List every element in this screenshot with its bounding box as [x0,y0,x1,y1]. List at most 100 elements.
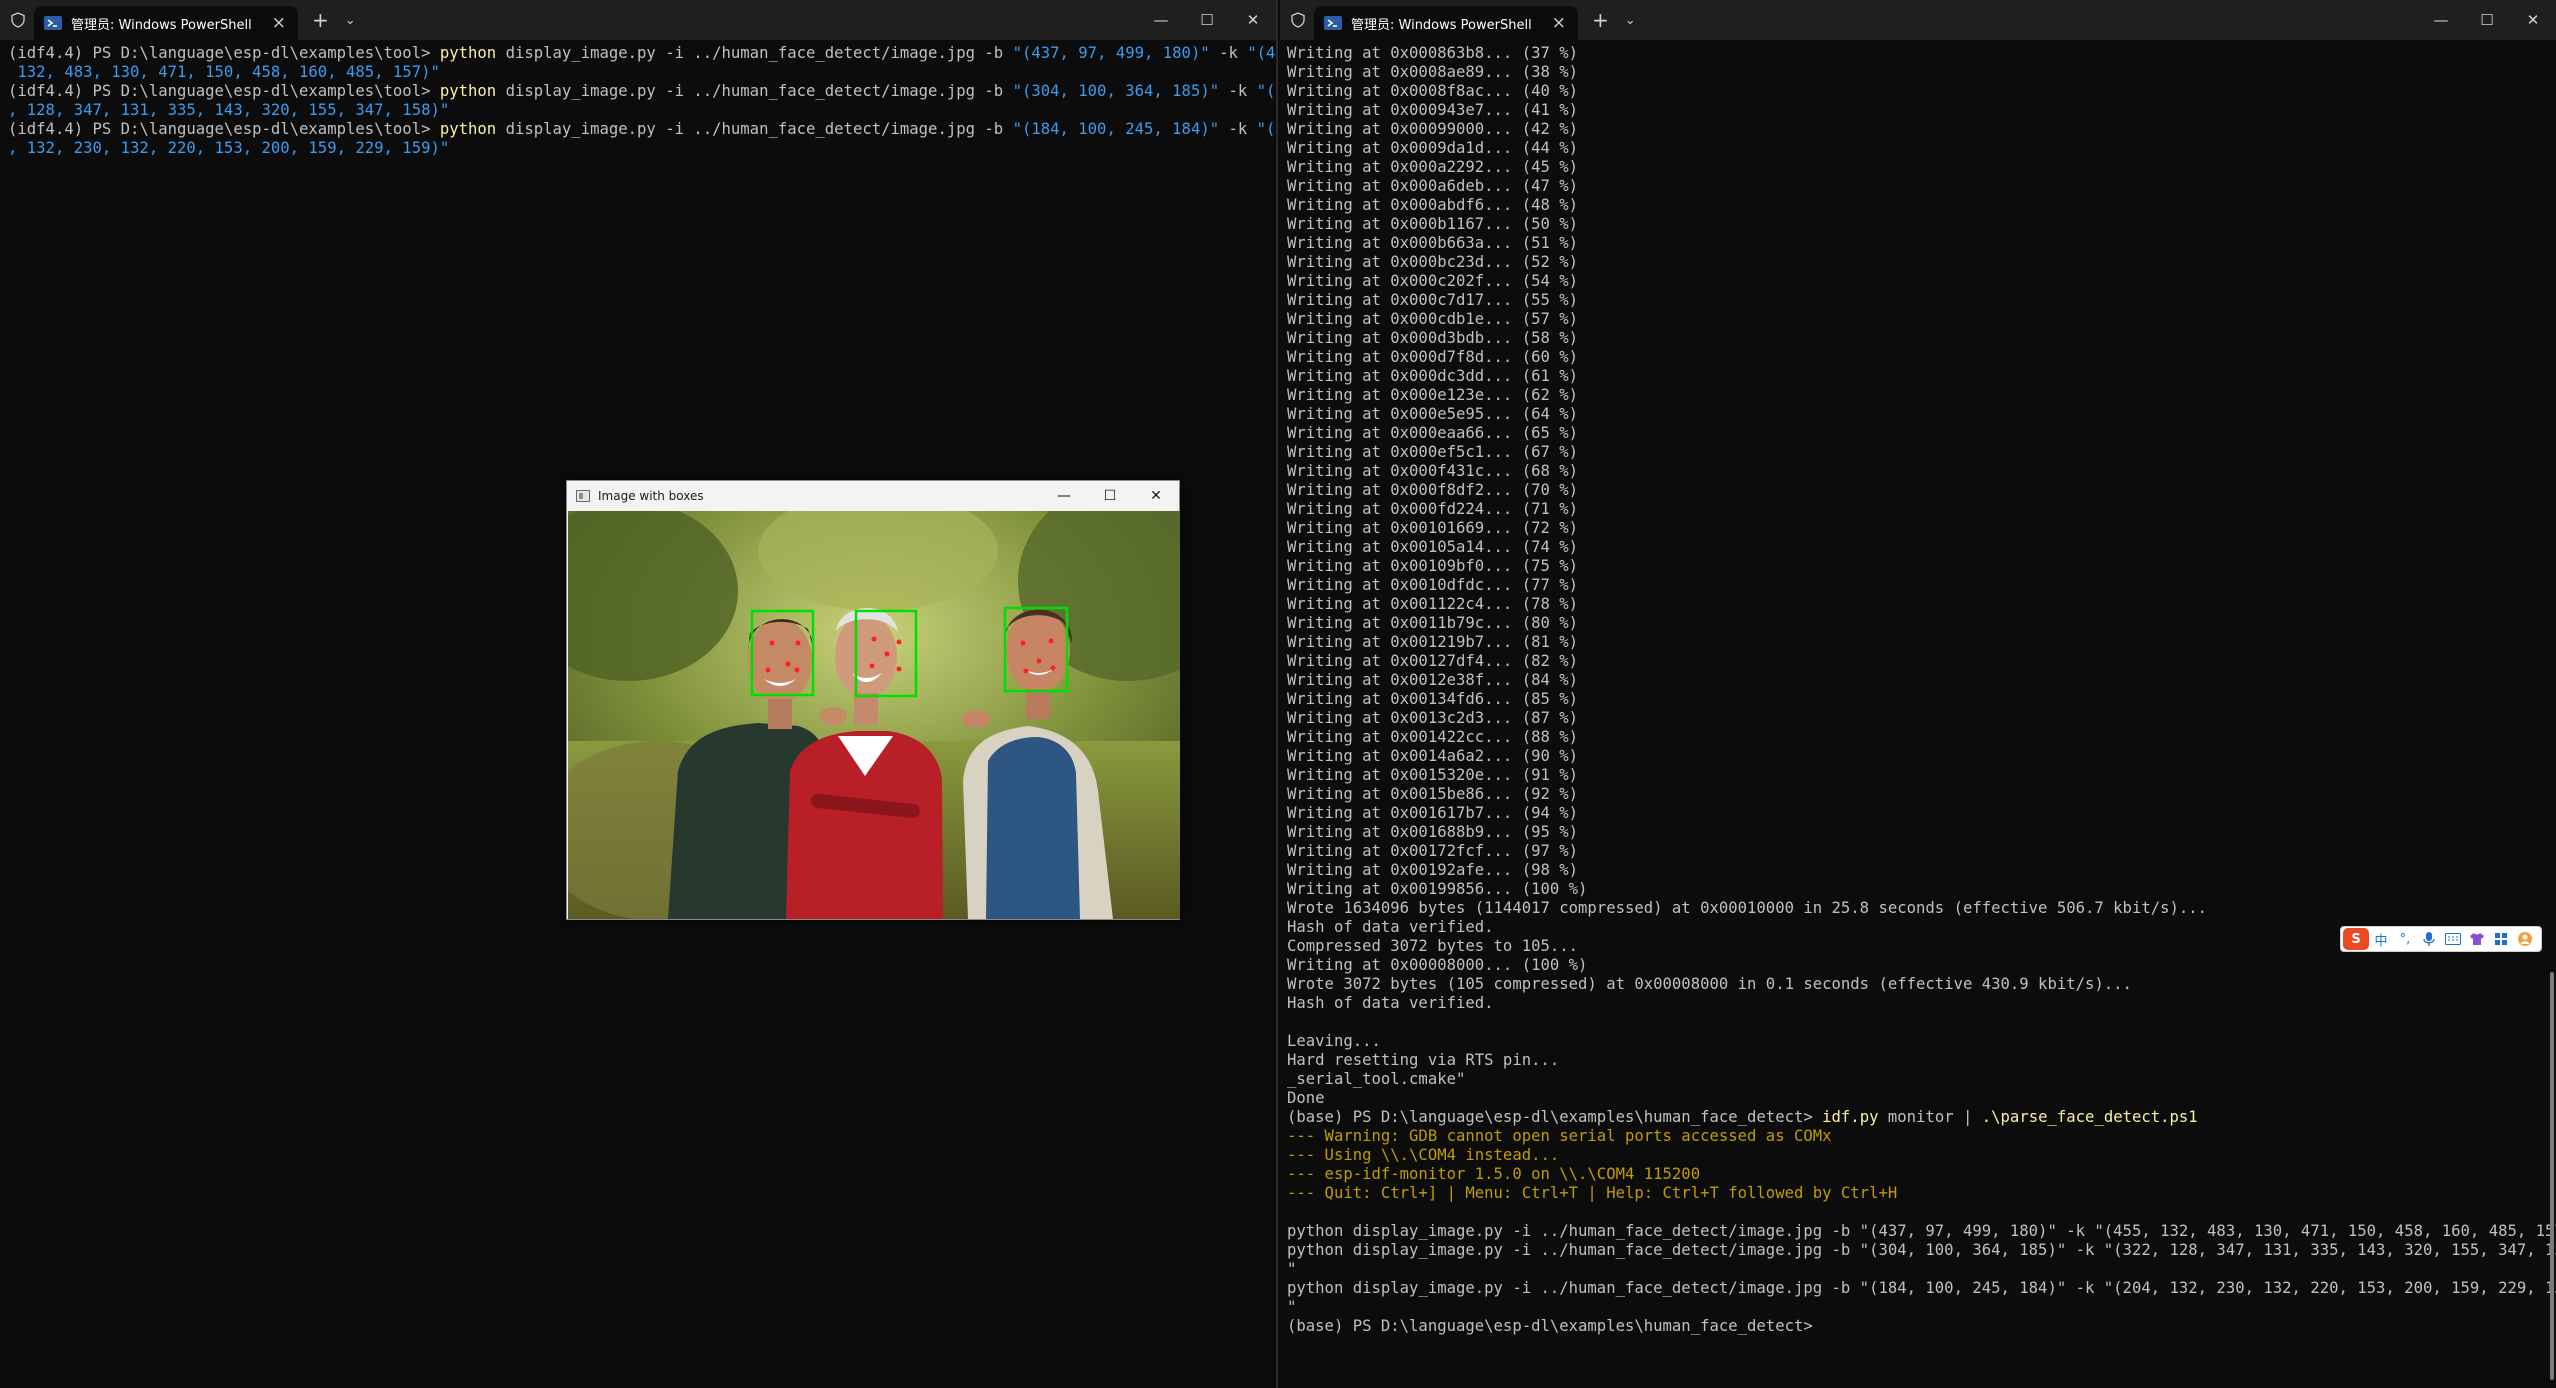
terminal-text-segment: Writing at 0x0011b79c... (80 %) [1287,614,1579,632]
terminal-line: _serial_tool.cmake" [1287,1070,2548,1089]
terminal-output[interactable]: (idf4.4) PS D:\language\esp-dl\examples\… [8,44,1276,158]
terminal-line: Writing at 0x000b1167... (50 %) [1287,215,2548,234]
terminal-text-segment: Writing at 0x000cdb1e... (57 %) [1287,310,1579,328]
terminal-line: Writing at 0x0015320e... (91 %) [1287,766,2548,785]
terminal-line: Writing at 0x000ef5c1... (67 %) [1287,443,2548,462]
close-icon[interactable]: ✕ [1133,481,1179,511]
ime-logo-icon[interactable]: S [2343,928,2369,950]
terminal-line: Writing at 0x000c7d17... (55 %) [1287,291,2548,310]
terminal-line: Writing at 0x000d7f8d... (60 %) [1287,348,2548,367]
terminal-line: (idf4.4) PS D:\language\esp-dl\examples\… [8,82,1276,101]
terminal-text-segment: , 128, 347, 131, 335, 143, 320, 155, 347… [8,101,450,119]
terminal-text-segment: (idf4.4) PS D:\language\esp-dl\examples\… [8,44,440,62]
chevron-down-icon[interactable]: ⌄ [1625,13,1636,28]
terminal-line: python display_image.py -i ../human_face… [1287,1222,2556,1241]
terminal-text-segment: display_image.py -i ../human_face_detect… [496,44,1013,62]
terminal-window-right[interactable]: 管理员: Windows PowerShell × + ⌄ — ☐ ✕ Writ… [1280,0,2556,1388]
terminal-line: Writing at 0x000bc23d... (52 %) [1287,253,2548,272]
terminal-text-segment: " [1287,1298,1297,1316]
terminal-text-segment: (idf4.4) PS D:\language\esp-dl\examples\… [8,82,440,100]
keyboard-icon[interactable] [2441,928,2465,950]
new-tab-icon[interactable]: + [1592,8,1609,32]
maximize-icon[interactable]: ☐ [1184,0,1230,40]
terminal-text-segment: Writing at 0x0008f8ac... (40 %) [1287,82,1579,100]
terminal-text-segment: -k [1219,82,1257,100]
terminal-line: Writing at 0x000a6deb... (47 %) [1287,177,2548,196]
terminal-line: Writing at 0x0009da1d... (44 %) [1287,139,2548,158]
terminal-text-segment: Leaving... [1287,1032,1381,1050]
close-icon[interactable]: ✕ [2510,0,2556,40]
ime-mode-toggle[interactable]: 中 [2369,928,2393,950]
terminal-line: Writing at 0x000943e7... (41 %) [1287,101,2548,120]
terminal-text-segment: , 132, 230, 132, 220, 153, 200, 159, 229… [8,139,450,157]
terminal-text-segment: Done [1287,1089,1325,1107]
terminal-text-segment: --- Warning: GDB cannot open serial port… [1287,1127,1832,1145]
terminal-output[interactable]: Writing at 0x000863b8... (37 %) Writing a… [1287,44,2556,1336]
tab-powershell[interactable]: 管理员: Windows PowerShell × [34,6,298,40]
terminal-line: Writing at 0x00109bf0... (75 %) [1287,557,2548,576]
punctuation-toggle[interactable]: °, [2393,928,2417,950]
tab-powershell[interactable]: 管理员: Windows PowerShell × [1314,6,1578,40]
mic-icon[interactable] [2417,928,2441,950]
terminal-text-segment: (base) PS D:\language\esp-dl\examples\hu… [1287,1317,1813,1335]
terminal-text-segment: Writing at 0x0015320e... (91 %) [1287,766,1579,784]
terminal-text-segment: "(322 [1256,82,1276,100]
terminal-line: Writing at 0x00099000... (42 %) [1287,120,2548,139]
maximize-icon[interactable]: ☐ [2464,0,2510,40]
terminal-text-segment: python [439,44,497,62]
terminal-text-segment: python [439,120,497,138]
terminal-text-segment: display_image.py -i ../human_face_detect… [496,120,1013,138]
close-tab-icon[interactable]: × [1552,13,1566,33]
terminal-line: Writing at 0x00172fcf... (97 %) [1287,842,2548,861]
image-window-titlebar[interactable]: Image with boxes — ☐ ✕ [567,481,1179,511]
terminal-line: Writing at 0x000b663a... (51 %) [1287,234,2548,253]
terminal-text-segment: Writing at 0x0013c2d3... (87 %) [1287,709,1579,727]
tab-title: 管理员: Windows PowerShell [1351,17,1532,33]
terminal-text-segment: python display_image.py -i ../human_face… [1287,1241,2556,1259]
terminal-line: --- Warning: GDB cannot open serial port… [1287,1127,2548,1146]
terminal-line: Writing at 0x001122c4... (78 %) [1287,595,2548,614]
terminal-line: Writing at 0x000fd224... (71 %) [1287,500,2548,519]
terminal-text-segment: Writing at 0x000eaa66... (65 %) [1287,424,1579,442]
minimize-icon[interactable]: — [1041,481,1087,511]
terminal-line: Writing at 0x000eaa66... (65 %) [1287,424,2548,443]
terminal-line: python display_image.py -i ../human_face… [1287,1241,2556,1260]
terminal-text-segment: Writing at 0x0012e38f... (84 %) [1287,671,1579,689]
image-window[interactable]: Image with boxes — ☐ ✕ [566,480,1180,920]
user-icon[interactable] [2513,928,2537,950]
terminal-line: Writing at 0x0015be86... (92 %) [1287,785,2548,804]
terminal-text-segment: Writing at 0x001422cc... (88 %) [1287,728,1579,746]
terminal-text-segment: Writing at 0x000f8df2... (70 %) [1287,481,1579,499]
maximize-icon[interactable]: ☐ [1087,481,1133,511]
scrollbar[interactable] [2550,972,2554,1380]
new-tab-icon[interactable]: + [312,8,329,32]
terminal-text-segment: Hard resetting via RTS pin... [1287,1051,1560,1069]
close-icon[interactable]: ✕ [1230,0,1276,40]
grid-icon[interactable] [2489,928,2513,950]
terminal-text-segment: Writing at 0x000abdf6... (48 %) [1287,196,1579,214]
minimize-icon[interactable]: — [2418,0,2464,40]
chevron-down-icon[interactable]: ⌄ [345,13,356,28]
terminal-text-segment: Writing at 0x000b1167... (50 %) [1287,215,1579,233]
terminal-text-segment: python display_image.py -i ../human_face… [1287,1222,2556,1240]
shirt-icon[interactable] [2465,928,2489,950]
close-tab-icon[interactable]: × [272,13,286,33]
ime-toolbar[interactable]: S 中 °, [2340,926,2542,952]
tab-bar: 管理员: Windows PowerShell × + ⌄ — ☐ ✕ [1280,0,2556,40]
minimize-icon[interactable]: — [1138,0,1184,40]
terminal-line: (base) PS D:\language\esp-dl\examples\hu… [1287,1108,2548,1127]
terminal-text-segment: Writing at 0x000fd224... (71 %) [1287,500,1579,518]
terminal-line: Wrote 3072 bytes (105 compressed) at 0x0… [1287,975,2548,994]
terminal-text-segment: Writing at 0x000c202f... (54 %) [1287,272,1579,290]
terminal-line: Writing at 0x00101669... (72 %) [1287,519,2548,538]
terminal-line: Writing at 0x001422cc... (88 %) [1287,728,2548,747]
terminal-text-segment: Writing at 0x00127df4... (82 %) [1287,652,1579,670]
terminal-text-segment: python [439,82,497,100]
powershell-icon [44,16,62,30]
terminal-line: Leaving... [1287,1032,2548,1051]
terminal-line: Writing at 0x000863b8... (37 %) [1287,44,2548,63]
terminal-text-segment: "(437, 97, 499, 180)" [1012,44,1210,62]
terminal-text-segment: Hash of data verified. [1287,918,1494,936]
terminal-text-segment: "(455, [1247,44,1276,62]
